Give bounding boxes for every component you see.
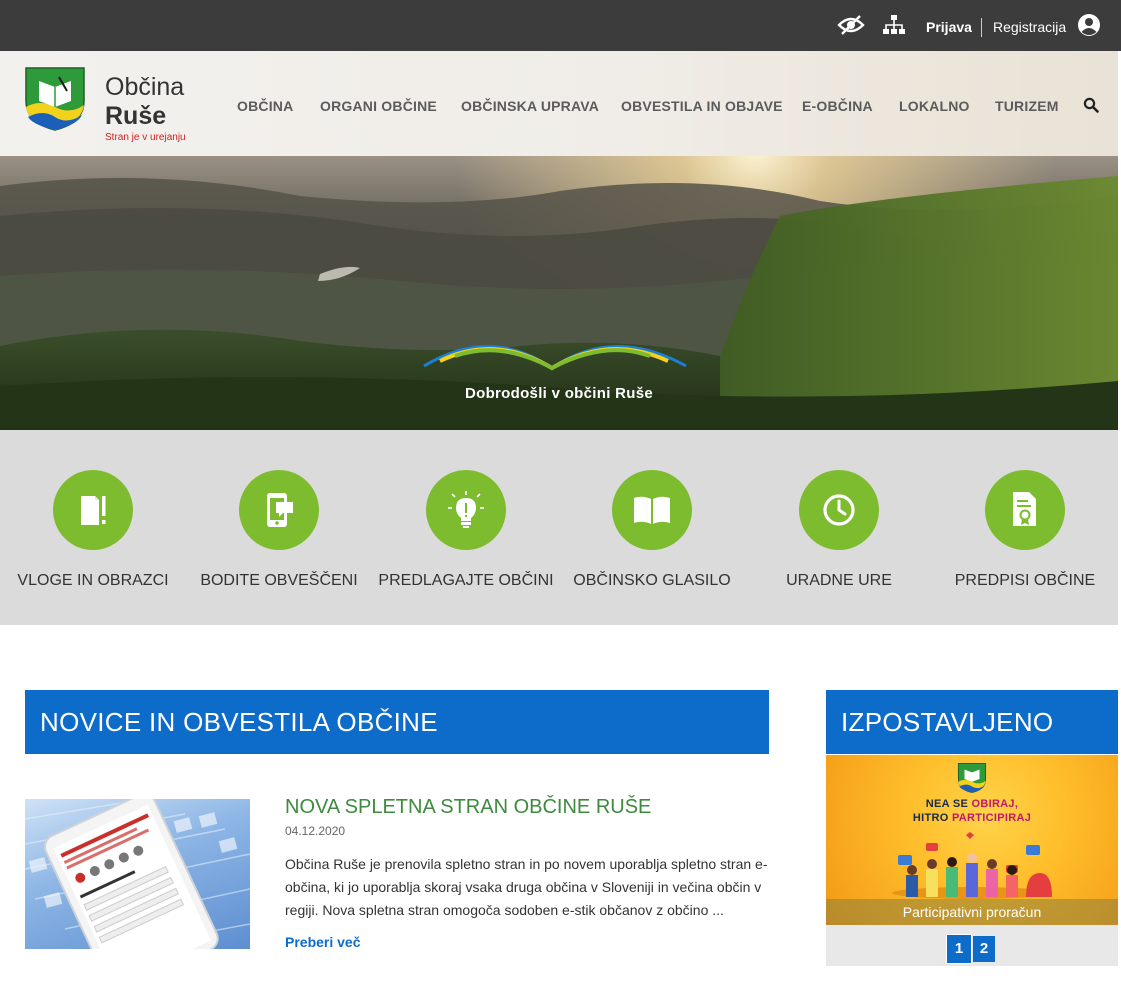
news-thumbnail-image[interactable] [25,799,250,949]
news-item-date: 04.12.2020 [285,824,346,838]
lightbulb-icon [426,470,506,550]
site-title-line2: Ruše [105,102,167,130]
top-bar: Prijava Registracija [0,0,1121,51]
quick-link-vloge-in-obrazci[interactable]: VLOGE IN OBRAZCI [0,470,186,590]
quick-link-predpisi-obcine[interactable]: PREDPISI OBČINE [932,470,1118,590]
topbar-separator [981,18,982,37]
pager-page-2[interactable]: 2 [973,936,995,962]
municipality-coat-of-arms-small [957,763,987,793]
quick-links-bar: VLOGE IN OBRAZCI BODITE OBVEŠČENI PREDLA… [0,430,1118,625]
documents-icon [53,470,133,550]
banner-slogan-line2: HITRO PARTICIPIRAJ [912,812,1032,824]
certificate-document-icon [985,470,1065,550]
clock-icon [799,470,879,550]
site-title[interactable]: Občina Ruše [105,73,184,131]
nav-lokalno[interactable]: LOKALNO [899,98,970,114]
search-icon[interactable] [1083,97,1099,113]
quick-link-bodite-obvesceni[interactable]: BODITE OBVEŠČENI [186,470,372,590]
banner-slogan-line1: NEA SE OBIRAJ, [925,798,1019,810]
quick-link-obcinsko-glasilo[interactable]: OBČINSKO GLASILO [559,470,745,590]
login-link[interactable]: Prijava [926,19,972,35]
nav-obcinska-uprava[interactable]: OBČINSKA UPRAVA [461,98,599,114]
news-item-title[interactable]: NOVA SPLETNA STRAN OBČINE RUŠE [285,796,651,819]
quick-link-label: PREDPISI OBČINE [954,572,1096,589]
hero-welcome-text: Dobrodošli v občini Ruše [464,385,654,402]
quick-link-label: URADNE URE [786,572,892,589]
quick-link-label: PREDLAGAJTE OBČINI [378,572,554,589]
news-section-title: NOVICE IN OBVESTILA OBČINE [25,690,769,754]
quick-link-predlagajte-obcini[interactable]: PREDLAGAJTE OBČINI [373,470,559,590]
news-item-excerpt: Občina Ruše je prenovila spletno stran i… [285,856,768,918]
nav-turizem[interactable]: TURIZEM [995,98,1059,114]
site-title-line1: Občina [105,73,185,101]
quick-link-label: BODITE OBVEŠČENI [200,572,358,589]
open-book-icon [612,470,692,550]
site-status-subtitle: Stran je v urejanju [105,132,186,143]
featured-caption: Participativni proračun [826,899,1118,925]
municipality-coat-of-arms-logo[interactable] [25,67,85,131]
read-more-link[interactable]: Preberi več [285,934,361,950]
quick-link-uradne-ure[interactable]: URADNE URE [746,470,932,590]
quick-link-label: OBČINSKO GLASILO [573,572,731,589]
user-account-icon[interactable] [1075,12,1103,38]
quick-link-label: VLOGE IN OBRAZCI [17,572,169,589]
featured-pager: 1 2 [826,925,1118,966]
mobile-message-icon [239,470,319,550]
sitemap-icon[interactable] [880,12,908,38]
featured-banner[interactable]: NEA SE OBIRAJ, HITRO PARTICIPIRAJ Partic… [826,755,1118,925]
featured-section-title: IZPOSTAVLJENO [826,690,1118,754]
nav-e-obcina[interactable]: E-OBČINA [802,98,873,114]
nav-obcina[interactable]: OBČINA [237,98,293,114]
banner-illustration-people [892,832,1052,899]
nav-organi-obcine[interactable]: ORGANI OBČINE [320,98,437,114]
hero-banner: Dobrodošli v občini Ruše [0,156,1118,430]
register-link[interactable]: Registracija [993,19,1066,35]
pager-page-1[interactable]: 1 [946,934,972,964]
nav-obvestila-in-objave[interactable]: OBVESTILA IN OBJAVE [621,98,783,114]
accessibility-eye-icon[interactable] [837,12,865,38]
site-header: Občina Ruše Stran je v urejanju OBČINA O… [0,51,1118,156]
